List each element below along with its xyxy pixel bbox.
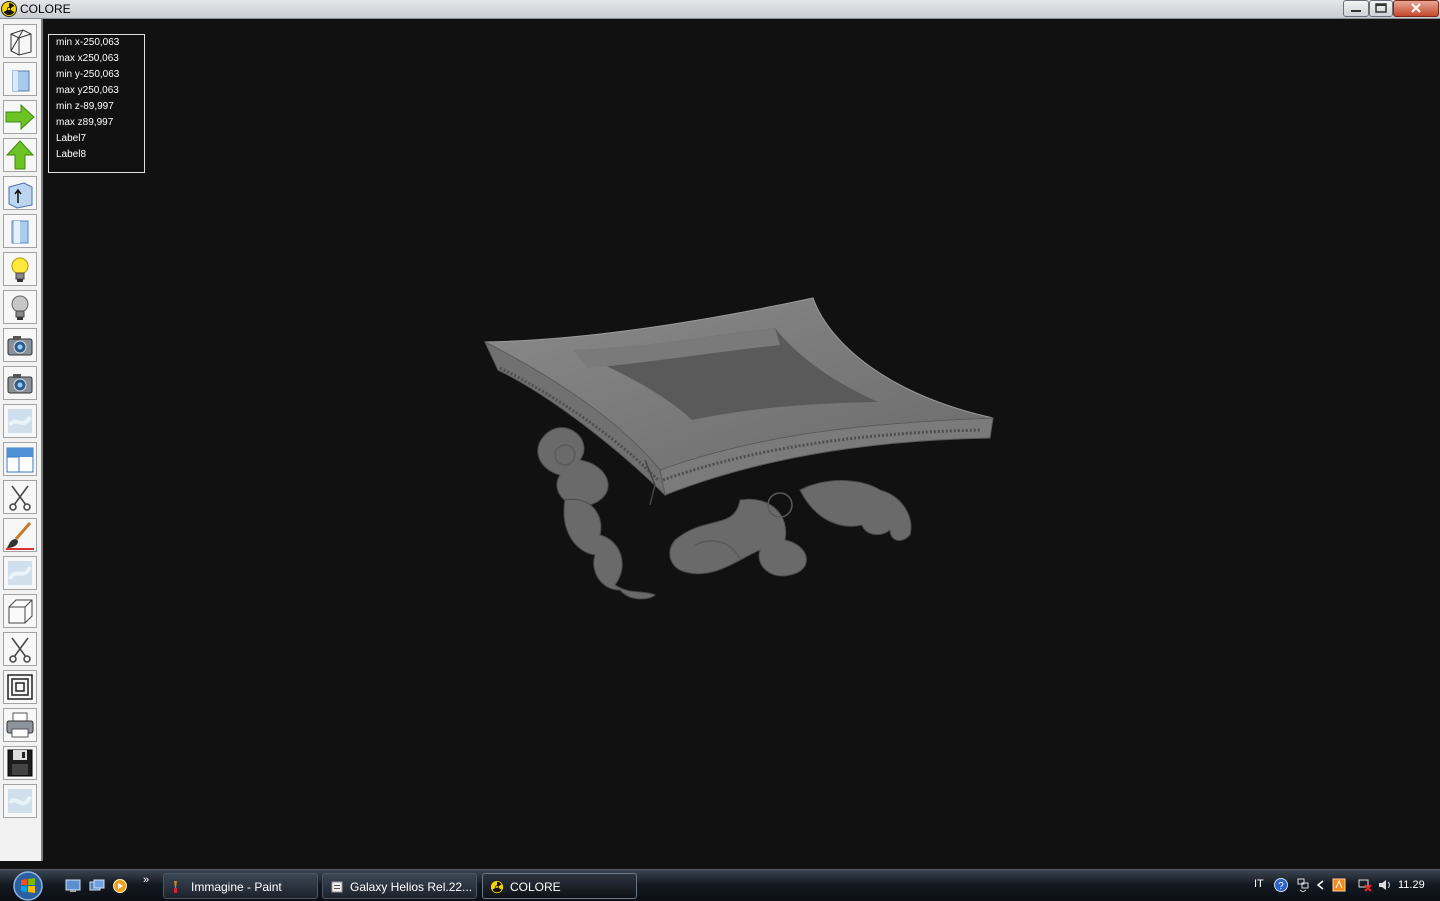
radiation-icon	[490, 880, 504, 894]
min-z-label: min z-89,997	[56, 101, 114, 112]
nested-squares-icon	[7, 674, 33, 700]
max-x-label: max x250,063	[56, 53, 119, 64]
radiation-icon	[1, 1, 17, 17]
quick-launch-more[interactable]: »	[143, 874, 149, 886]
network-error-icon[interactable]	[1358, 878, 1372, 892]
print-button[interactable]	[3, 708, 37, 742]
wireframe-box-icon	[10, 29, 32, 56]
language-indicator[interactable]: IT	[1254, 878, 1264, 890]
texture-third-button[interactable]	[3, 784, 37, 818]
texture-third-icon	[8, 789, 32, 813]
chevron-left-icon[interactable]	[1314, 878, 1328, 892]
max-y-label: max y250,063	[56, 85, 119, 96]
light-off-button[interactable]	[3, 290, 37, 324]
paint-icon	[174, 881, 177, 893]
texture-alt-button[interactable]	[3, 556, 37, 590]
scissors-alt-icon	[9, 637, 31, 663]
floppy-disk-icon	[7, 749, 33, 777]
task-galaxy-helios[interactable]: Galaxy Helios Rel.22...	[322, 873, 477, 899]
label8: Label8	[56, 149, 87, 160]
task-label: COLORE	[510, 880, 561, 894]
taskbar: » Immagine - Paint Galaxy Helios Rel.22.…	[0, 869, 1440, 901]
frame-button[interactable]	[3, 670, 37, 704]
texture-button[interactable]	[3, 404, 37, 438]
light-on-button[interactable]	[3, 252, 37, 286]
task-paint[interactable]: Immagine - Paint	[163, 873, 318, 899]
window-layout-button[interactable]	[3, 442, 37, 476]
document-icon	[331, 881, 343, 893]
network-icon[interactable]	[1296, 878, 1310, 892]
app-tray-icon[interactable]	[1332, 878, 1346, 892]
cube-icon	[8, 599, 33, 624]
scissors-icon	[9, 485, 31, 511]
title-bar: COLORE	[0, 0, 1440, 19]
cube-button[interactable]	[3, 594, 37, 628]
camera-alt-icon	[7, 374, 33, 394]
move-right-button[interactable]	[3, 100, 37, 134]
lightbulb-off-icon	[11, 295, 29, 320]
save-button[interactable]	[3, 746, 37, 780]
svg-text:?: ?	[1278, 881, 1284, 892]
label7: Label7	[56, 133, 87, 144]
maximize-button[interactable]	[1369, 0, 1393, 17]
cut-button[interactable]	[3, 480, 37, 514]
solid-view-button[interactable]	[3, 62, 37, 96]
min-y-label: min y-250,063	[56, 69, 120, 80]
ornate-frame-model[interactable]	[470, 290, 1010, 610]
brush-button[interactable]	[3, 518, 37, 552]
texture-icon	[8, 409, 32, 433]
close-button[interactable]	[1393, 0, 1439, 17]
min-x-label: min x-250,063	[56, 37, 120, 48]
task-label: Galaxy Helios Rel.22...	[350, 880, 473, 894]
max-z-label: max z89,997	[56, 117, 114, 128]
camera-icon	[7, 336, 33, 356]
camera-button[interactable]	[3, 328, 37, 362]
maximize-icon	[1375, 3, 1387, 13]
box-axis-button[interactable]	[3, 176, 37, 210]
minimize-button[interactable]	[1343, 0, 1369, 17]
box-axis-icon	[8, 182, 33, 209]
minimize-icon	[1351, 10, 1361, 12]
window-layout-icon	[6, 447, 34, 473]
bounds-info-panel: min x-250,063 max x250,063 min y-250,063…	[48, 34, 145, 173]
solid-box-icon	[12, 70, 30, 92]
window-title: COLORE	[20, 2, 71, 16]
task-label: Immagine - Paint	[191, 880, 282, 894]
task-colore[interactable]: COLORE	[482, 873, 637, 899]
left-toolbar	[0, 19, 43, 861]
camera-alt-button[interactable]	[3, 366, 37, 400]
cylinder-view-button[interactable]	[3, 214, 37, 248]
texture-alt-icon	[8, 561, 32, 585]
wireframe-view-button[interactable]	[3, 24, 37, 58]
close-icon	[1411, 3, 1421, 13]
switch-windows-icon[interactable]	[89, 879, 105, 893]
arrow-right-icon	[5, 103, 35, 131]
media-player-icon[interactable]	[112, 879, 128, 893]
move-up-button[interactable]	[3, 138, 37, 172]
arrow-up-icon	[5, 140, 35, 170]
clock[interactable]: 11.29	[1398, 879, 1425, 891]
cut-alt-button[interactable]	[3, 632, 37, 666]
start-button[interactable]	[8, 871, 48, 901]
show-desktop-icon[interactable]	[65, 879, 81, 893]
volume-icon[interactable]	[1378, 878, 1392, 892]
lightbulb-on-icon	[11, 257, 29, 282]
brush-icon	[6, 522, 34, 550]
cylinder-icon	[11, 220, 29, 244]
help-icon[interactable]: ?	[1274, 878, 1288, 892]
printer-icon	[6, 712, 34, 738]
